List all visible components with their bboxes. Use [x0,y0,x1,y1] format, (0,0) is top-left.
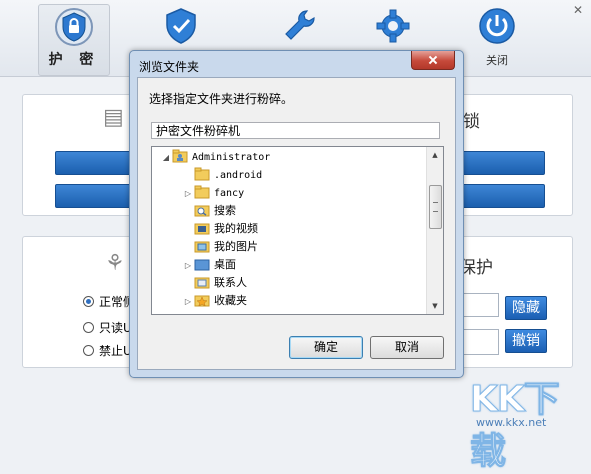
tree-item[interactable]: 联系人 [182,274,247,292]
dialog-title: 浏览文件夹 [139,60,200,74]
tree-item-label: 我的视频 [214,222,258,235]
tree-item-label: .android [214,170,263,181]
picture-folder-icon [194,241,210,253]
dialog-body: 选择指定文件夹进行粉碎。 护密文件粉碎机 ◢ Administrator .and… [137,77,456,370]
wrench-icon [285,10,315,40]
video-folder-icon [194,223,210,235]
lock-shield-icon [55,8,93,46]
selected-path-field[interactable]: 护密文件粉碎机 [151,122,440,139]
folder-icon [194,185,210,199]
tree-collapsed-icon[interactable]: ▷ [182,185,194,203]
shredder-icon: ▤ [103,105,124,130]
tree-item-label: 桌面 [214,258,236,271]
tree-item-label: fancy [214,188,245,199]
shield-icon [166,8,196,44]
tree-item[interactable]: ▷ fancy [182,184,244,202]
radio-normal-dot[interactable] [83,296,94,307]
tree-scrollbar[interactable]: ▲ ▼ [426,147,443,314]
tree-item[interactable]: 搜索 [182,202,236,220]
scroll-up-icon[interactable]: ▲ [427,147,443,163]
desktop-folder-icon [194,259,210,271]
tree-item-label: 联系人 [214,276,247,289]
user-folder-icon [172,149,188,163]
tree-item[interactable]: 我的视频 [182,220,258,238]
contacts-folder-icon [194,277,210,289]
tree-item-label: 我的图片 [214,240,258,253]
browse-folder-dialog: 浏览文件夹 选择指定文件夹进行粉碎。 护密文件粉碎机 ◢ Administrato… [129,50,464,378]
tree-item-label: 搜索 [214,204,236,217]
radio-readonly-label: 只读U [99,321,132,335]
search-folder-icon [194,205,210,217]
tree-item[interactable]: ▷ 收藏夹 [182,292,247,310]
tree-item[interactable]: ▷ 桌面 [182,256,236,274]
scroll-down-icon[interactable]: ▼ [427,298,443,314]
watermark-url: www.kkx.net [476,416,547,429]
scroll-thumb[interactable] [429,185,442,229]
tree-item-label: 收藏夹 [214,294,247,307]
cancel-button[interactable]: 取消 [370,336,444,359]
folder-tree[interactable]: ◢ Administrator .android ▷ fancy 搜索 我的视频 我… [151,146,444,315]
folder-icon [194,167,210,181]
radio-disable[interactable]: 禁止U [83,342,132,359]
tree-expand-icon[interactable]: ◢ [160,149,172,167]
window-close-icon[interactable]: ✕ [573,3,583,17]
ok-button[interactable]: 确定 [289,336,363,359]
nav-protect-label: 护 密 [48,52,100,68]
radio-disable-dot[interactable] [83,345,94,356]
nav-close-label: 关闭 [486,54,508,67]
nav-protect[interactable]: 护 密 [38,4,110,76]
tree-collapsed-icon[interactable]: ▷ [182,257,194,275]
panel2-title: 保护 [459,258,493,278]
radio-readonly[interactable]: 只读U [83,319,132,336]
radio-readonly-dot[interactable] [83,322,94,333]
dialog-close-button[interactable] [411,51,455,70]
nav-close[interactable]: 关闭 [462,4,532,74]
undo-button[interactable]: 撤销 [505,329,547,353]
radio-normal[interactable]: 正常侧 [83,293,135,310]
dialog-prompt: 选择指定文件夹进行粉碎。 [149,92,294,106]
tree-collapsed-icon[interactable]: ▷ [182,293,194,311]
favorites-folder-icon [194,295,210,307]
power-icon [479,8,515,44]
hide-button[interactable]: 隐藏 [505,296,547,320]
tree-item-label: Administrator [192,152,271,163]
usb-icon: ⚘ [105,251,125,276]
radio-disable-label: 禁止U [99,344,132,358]
tree-item[interactable]: ◢ Administrator [160,148,270,166]
watermark: KK下载 www.kkx.net [470,370,591,474]
tree-item[interactable]: 我的图片 [182,238,258,256]
gear-icon [376,9,410,43]
tree-item[interactable]: .android [182,166,262,184]
panel1-title: 锁 [463,112,480,132]
